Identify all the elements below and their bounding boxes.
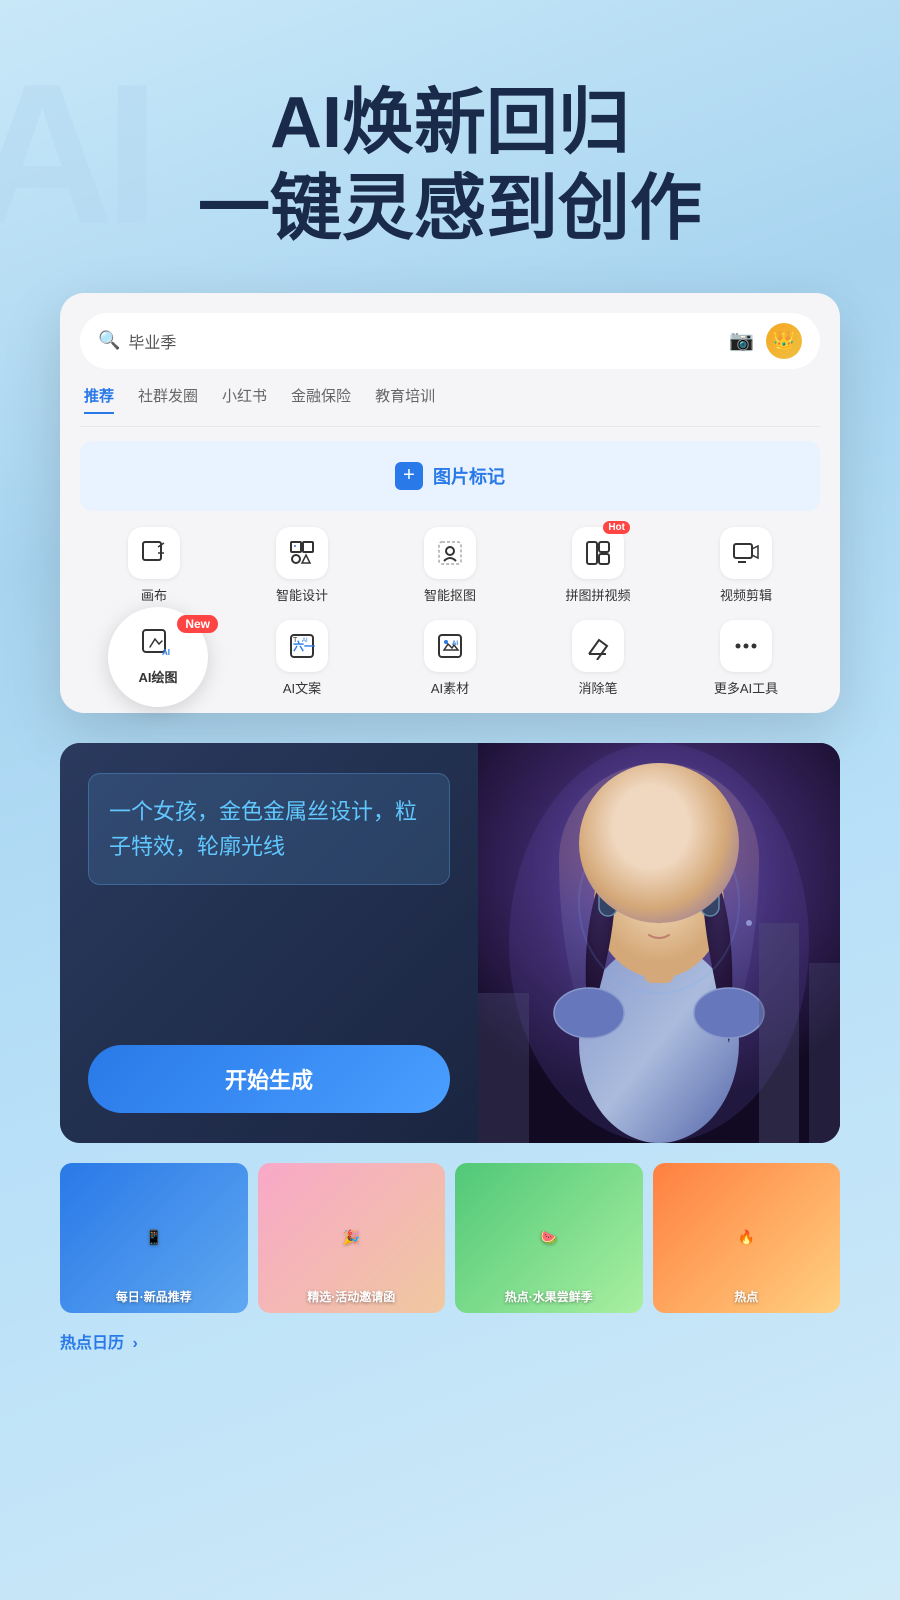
canvas-icon [140, 539, 168, 567]
template-card-4[interactable]: 🔥 热点 [653, 1163, 841, 1313]
template-cards-row: 📱 每日·新品推荐 🎉 精选·活动邀请函 🍉 热点·水果尝鲜季 🔥 热点 [60, 1163, 840, 1313]
tool-canvas[interactable]: 画布 [84, 527, 224, 604]
template-card-3-content: 🍉 [540, 1229, 557, 1246]
banner-area[interactable]: + 图片标记 [80, 441, 820, 511]
canvas-icon-wrap [128, 527, 180, 579]
template-card-4-label: 热点 [653, 1288, 841, 1305]
tab-xiaohongshu[interactable]: 小红书 [222, 385, 267, 414]
ai-material-label: AI素材 [431, 678, 469, 697]
collage-icon-wrap: Hot [572, 527, 624, 579]
tool-video-edit[interactable]: 视频剪辑 [676, 527, 816, 604]
video-edit-icon-wrap [720, 527, 772, 579]
hero-section: AI焕新回归 一键灵感到创作 [0, 0, 900, 293]
ai-gen-button[interactable]: 开始生成 [88, 1045, 450, 1113]
canvas-label: 画布 [141, 585, 167, 604]
tab-finance[interactable]: 金融保险 [291, 385, 351, 414]
smart-design-label: 智能设计 [276, 585, 328, 604]
app-ui-card: 🔍 毕业季 📷 👑 推荐 社群发圈 小红书 金融保险 教育培训 + 图片标记 [60, 293, 840, 713]
anime-girl-svg [478, 743, 840, 1143]
svg-text:AI: AI [452, 641, 458, 647]
new-badge: New [177, 615, 218, 633]
tool-more-ai[interactable]: 更多AI工具 [676, 620, 816, 697]
tool-ai-material[interactable]: AI AI素材 [380, 620, 520, 697]
eraser-label: 消除笔 [578, 678, 617, 697]
video-edit-icon [732, 539, 760, 567]
smart-cutout-icon [436, 539, 464, 567]
ai-text-label: AI文案 [283, 678, 321, 697]
tool-eraser[interactable]: 消除笔 [528, 620, 668, 697]
tools-row-1: 画布 智能设计 [80, 527, 820, 604]
search-bar[interactable]: 🔍 毕业季 📷 👑 [80, 313, 820, 369]
tab-social[interactable]: 社群发圈 [138, 385, 198, 414]
ai-material-icon: AI [436, 632, 464, 660]
template-card-2-content: 🎉 [343, 1229, 360, 1246]
tab-bar: 推荐 社群发圈 小红书 金融保险 教育培训 [80, 385, 820, 427]
template-card-2-label: 精选·活动邀请函 [258, 1288, 446, 1305]
eraser-icon-wrap [572, 620, 624, 672]
more-ai-icon-wrap [720, 620, 772, 672]
svg-text:AI: AI [162, 648, 170, 657]
template-card-1[interactable]: 📱 每日·新品推荐 [60, 1163, 248, 1313]
more-ai-label: 更多AI工具 [714, 678, 778, 697]
hot-title[interactable]: 热点日历 › [60, 1335, 138, 1352]
ai-gen-right-panel [478, 743, 840, 1143]
tool-collage[interactable]: Hot 拼图拼视频 [528, 527, 668, 604]
template-card-1-content: 📱 [145, 1229, 162, 1246]
search-icon: 🔍 [98, 330, 120, 351]
banner-text: 图片标记 [433, 463, 505, 489]
smart-design-icon-wrap [276, 527, 328, 579]
ai-circle-container: AI AI绘图 New [108, 607, 208, 707]
collage-label: 拼图拼视频 [565, 585, 630, 604]
template-card-3-label: 热点·水果尝鲜季 [455, 1288, 643, 1305]
ai-gen-card: 一个女孩，金色金属丝设计，粒子特效，轮廓光线 开始生成 [60, 743, 840, 1143]
video-edit-label: 视频剪辑 [720, 585, 772, 604]
hero-title: AI焕新回归 一键灵感到创作 [0, 80, 900, 253]
ai-drawing-circle[interactable]: AI AI绘图 New [108, 607, 208, 707]
template-card-4-content: 🔥 [738, 1229, 755, 1246]
ai-gen-image [478, 743, 840, 1143]
hot-badge: Hot [603, 521, 630, 534]
tool-smart-design[interactable]: 智能设计 [232, 527, 372, 604]
camera-icon[interactable]: 📷 [729, 328, 754, 353]
tool-smart-cutout[interactable]: 智能抠图 [380, 527, 520, 604]
template-card-3[interactable]: 🍉 热点·水果尝鲜季 [455, 1163, 643, 1313]
template-card-2[interactable]: 🎉 精选·活动邀请函 [258, 1163, 446, 1313]
svg-text:AI: AI [302, 638, 308, 644]
more-ai-icon [732, 632, 760, 660]
ai-material-icon-wrap: AI [424, 620, 476, 672]
ai-draw-circle-icon: AI [140, 627, 176, 663]
search-input[interactable]: 毕业季 [128, 329, 729, 353]
tab-recommend[interactable]: 推荐 [84, 385, 114, 414]
ai-gen-left-panel: 一个女孩，金色金属丝设计，粒子特效，轮廓光线 开始生成 [60, 743, 478, 1143]
banner-plus-icon: + [395, 462, 423, 490]
ai-gen-prompt-box[interactable]: 一个女孩，金色金属丝设计，粒子特效，轮廓光线 [88, 773, 450, 885]
eraser-icon [584, 632, 612, 660]
tab-education[interactable]: 教育培训 [375, 385, 435, 414]
tool-ai-text[interactable]: 六一 T AI AI文案 [232, 620, 372, 697]
ai-text-icon-wrap: 六一 T AI [276, 620, 328, 672]
crown-icon[interactable]: 👑 [766, 323, 802, 359]
collage-icon [584, 539, 612, 567]
smart-design-icon [288, 539, 316, 567]
hot-section: 热点日历 › [60, 1329, 840, 1353]
ai-gen-prompt-text: 一个女孩，金色金属丝设计，粒子特效，轮廓光线 [109, 794, 429, 864]
smart-cutout-icon-wrap [424, 527, 476, 579]
ai-circle-label: AI绘图 [138, 667, 177, 686]
smart-cutout-label: 智能抠图 [424, 585, 476, 604]
ai-text-icon: 六一 T AI [288, 632, 316, 660]
template-card-1-label: 每日·新品推荐 [60, 1288, 248, 1305]
svg-text:T: T [293, 637, 298, 644]
